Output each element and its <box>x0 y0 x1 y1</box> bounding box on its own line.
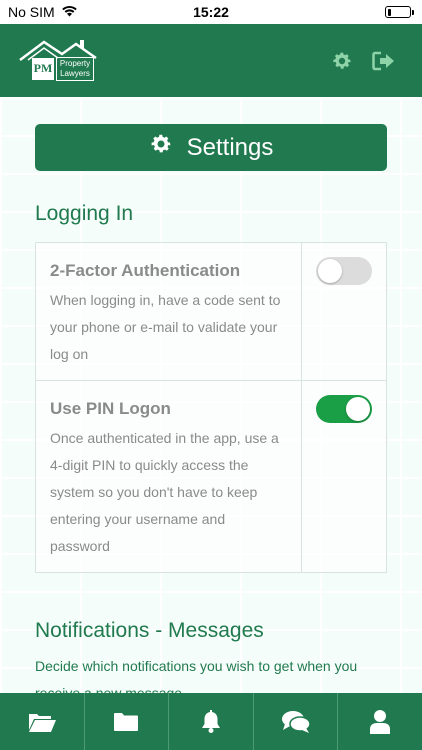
battery-icon <box>385 6 414 18</box>
pin-logon-toggle[interactable] <box>316 395 372 423</box>
setting-title: 2-Factor Authentication <box>50 261 241 280</box>
setting-description: When logging in, have a code sent to you… <box>50 292 281 362</box>
toggle-knob <box>346 397 370 421</box>
bottom-nav <box>0 693 422 750</box>
bell-icon <box>201 709 220 733</box>
setting-text: Use PIN Logon Once authenticated in the … <box>36 381 302 572</box>
toggle-knob <box>318 259 342 283</box>
logo-text: Property Lawyers <box>56 56 94 81</box>
header-actions <box>330 49 396 73</box>
gear-icon[interactable] <box>330 49 354 73</box>
carrier-label: No SIM <box>8 4 55 20</box>
logging-in-settings: 2-Factor Authentication When logging in,… <box>35 242 387 573</box>
app-header: PM Property Lawyers <box>0 24 422 97</box>
gear-icon <box>149 132 173 163</box>
folder-open-icon <box>28 713 56 732</box>
nav-item-folder[interactable] <box>85 693 170 750</box>
section-title-logging-in: Logging In <box>35 202 134 225</box>
nav-item-profile[interactable] <box>338 693 422 750</box>
chat-bubbles-icon <box>281 710 311 733</box>
toggle-cell <box>302 243 386 380</box>
setting-row-pin: Use PIN Logon Once authenticated in the … <box>36 381 386 572</box>
page-title: Settings <box>186 133 274 161</box>
brand-logo: PM Property Lawyers <box>18 38 98 84</box>
toggle-cell <box>302 381 386 572</box>
sign-out-icon[interactable] <box>372 49 396 73</box>
nav-item-notifications[interactable] <box>169 693 254 750</box>
two-factor-toggle[interactable] <box>316 257 372 285</box>
notifications-description: Decide which notifications you wish to g… <box>35 658 358 693</box>
wifi-icon <box>61 4 78 20</box>
section-title-notifications: Notifications - Messages <box>35 619 264 642</box>
setting-text: 2-Factor Authentication When logging in,… <box>36 243 302 380</box>
setting-title: Use PIN Logon <box>50 399 171 418</box>
setting-description: Once authenticated in the app, use a 4-d… <box>50 430 279 554</box>
status-left: No SIM <box>8 4 78 20</box>
user-icon <box>370 709 391 734</box>
nav-item-open-folder[interactable] <box>0 693 85 750</box>
status-bar: No SIM 15:22 <box>0 0 422 24</box>
nav-item-messages[interactable] <box>254 693 339 750</box>
content-area: Settings Logging In 2-Factor Authenticat… <box>0 97 422 693</box>
logo-initials: PM <box>32 57 54 80</box>
logo-line2: Lawyers <box>60 68 90 78</box>
folder-icon <box>114 712 139 731</box>
setting-row-2fa: 2-Factor Authentication When logging in,… <box>36 243 386 381</box>
page-title-bar: Settings <box>35 124 387 171</box>
logo-line1: Property <box>59 58 91 68</box>
